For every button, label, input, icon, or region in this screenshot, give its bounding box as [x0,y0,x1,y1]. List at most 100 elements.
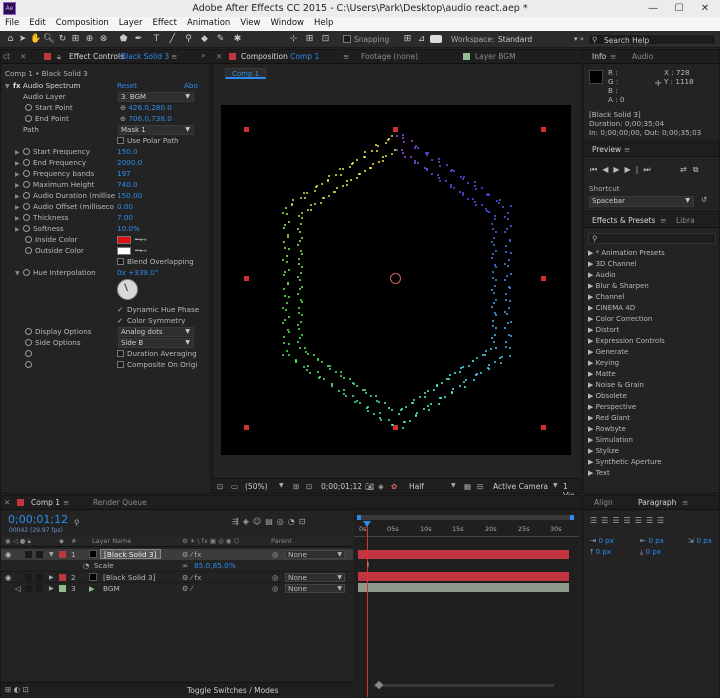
comp-subtab[interactable]: Comp 1 [225,68,267,79]
panel-menu-icon[interactable]: ≡ [343,52,349,61]
pan-behind-tool-icon[interactable]: ⊕ [84,34,95,45]
eyedropper-icon[interactable]: ━⊷ [135,235,147,244]
effects-category-item[interactable]: ▶ * Animation Presets [588,248,665,259]
last-frame-icon[interactable]: ⏭ [643,165,655,174]
stopwatch-icon[interactable] [25,339,32,346]
about-link[interactable]: Abo [184,80,198,91]
softness-value[interactable]: 10.0% [117,223,140,234]
effects-category-item[interactable]: ▶ Synthetic Aperture [588,457,662,468]
layer-switches-icons[interactable]: ⚙ ⁄ [182,583,192,594]
indent-left[interactable]: ⇥ 0 px [590,535,614,546]
panel-arrow-icon[interactable]: » [201,51,206,60]
stopwatch-icon[interactable] [23,170,30,177]
effects-search-input[interactable]: ⚲ [588,233,716,244]
menu-edit[interactable]: Edit [24,17,50,28]
align-center-icon[interactable]: ☰ [601,516,612,525]
mask-handle[interactable] [244,276,249,281]
playhead-marker[interactable] [363,521,371,527]
end-frequency-value[interactable]: 2000.0 [117,157,142,168]
stopwatch-icon[interactable] [25,104,32,111]
audio-offset-value[interactable]: 0.00 [117,201,133,212]
stopwatch-icon[interactable] [25,115,32,122]
motion-blur-icon[interactable]: ◎ [277,517,288,526]
lock-toggle[interactable] [36,551,43,558]
stopwatch-icon[interactable] [23,192,30,199]
menu-window[interactable]: Window [265,17,309,28]
lock-toggle[interactable] [36,574,43,581]
solo-toggle[interactable] [25,574,32,581]
layer-1-duration-bar[interactable] [358,550,569,559]
effects-category-item[interactable]: ▶ Keying [588,358,619,369]
mask-handle[interactable] [541,425,546,430]
parent-dropdown[interactable]: None ▼ [285,573,345,582]
text-tool-icon[interactable]: T [151,34,162,45]
rotate-tool-icon[interactable]: ↻ [57,34,68,45]
start-frequency-value[interactable]: 150.0 [117,146,138,157]
panel-menu-icon[interactable]: ≡ [660,216,666,225]
camera-dropdown[interactable]: Active Camera [493,482,548,491]
snap-edge-icon[interactable]: ⊞ [402,34,413,45]
effects-category-item[interactable]: ▶ Simulation [588,435,633,446]
dynamic-hue-phase[interactable]: ✓ Dynamic Hue Phase [117,304,199,315]
axis-world-icon[interactable]: ⊞ [304,34,315,45]
justify-right-icon[interactable]: ☰ [646,516,657,525]
effects-category-item[interactable]: ▶ Matte [588,369,616,380]
reset-shortcut-icon[interactable]: ↺ [701,195,707,204]
reset-link[interactable]: Reset [117,80,137,91]
close-icon[interactable]: ✕ [216,52,222,61]
timeline-timecode[interactable]: 0;00;01;12 [8,513,68,526]
zoom-tool-icon[interactable]: 🔍︎ [43,34,54,45]
zoom-slider[interactable] [374,684,554,687]
home-icon[interactable]: ⌂ [5,34,16,45]
close-icon[interactable]: ✕ [4,498,10,507]
effect-header[interactable]: ▼ fx Audio Spectrum [5,80,80,91]
mask-handle[interactable] [393,127,398,132]
align-right-icon[interactable]: ☰ [612,516,623,525]
collapse-icon[interactable]: ▼ [5,81,13,92]
menu-effect[interactable]: Effect [148,17,182,28]
audio-duration-value[interactable]: 150.00 [117,190,142,201]
side-options-dropdown[interactable]: Side B ▼ [118,338,194,348]
time-ruler[interactable]: 0s 05s 10s 15s 20s 25s 30s [354,521,579,537]
effects-category-item[interactable]: ▶ Blur & Sharpen [588,281,649,292]
angle-dial[interactable] [117,279,138,300]
region-icon[interactable]: ⊡ [306,482,312,491]
snapshot-icon[interactable]: 📷︎ [365,482,375,491]
playhead-line[interactable] [367,521,368,697]
effects-category-item[interactable]: ▶ Rowbyte [588,424,626,435]
tab-libraries[interactable]: Libra [676,216,695,225]
duration-averaging[interactable]: Duration Averaging [117,348,197,359]
panel-menu-icon[interactable]: ≡ [682,498,688,507]
expand-arrow-icon[interactable]: ▶ [49,583,54,594]
audio-layer-dropdown[interactable]: 3. BGM ▼ [118,92,194,102]
menu-layer[interactable]: Layer [114,17,148,28]
menu-composition[interactable]: Composition [51,17,114,28]
shape-tool-icon[interactable]: ⬟ [118,34,129,45]
align-left-icon[interactable]: ☰ [590,516,601,525]
effects-category-item[interactable]: ▶ Generate [588,347,628,358]
scale-value[interactable]: 85.0,85.0% [194,560,236,571]
transparency-grid-icon[interactable]: ▦ [464,482,471,491]
justify-left-icon[interactable]: ☰ [624,516,635,525]
prev-frame-icon[interactable]: ◀ [602,165,613,174]
indent-right[interactable]: ⇤ 0 px [640,535,664,546]
pen-tool-icon[interactable]: ✒ [133,34,144,45]
layer-2-duration-bar[interactable] [358,572,569,581]
next-frame-icon[interactable]: ▶| [625,165,644,174]
panel-menu-icon[interactable]: ≡ [610,52,616,61]
layer-label-color[interactable] [59,574,66,581]
menu-view[interactable]: View [235,17,265,28]
play-icon[interactable]: ▶ [613,165,624,174]
duration-averaging-checkbox[interactable] [117,350,124,357]
search-icon[interactable]: ⚲ [74,518,80,527]
effects-category-item[interactable]: ▶ Perspective [588,402,636,413]
anchor-tool-icon[interactable]: ⊗ [98,34,109,45]
tab-audio[interactable]: Audio [632,52,653,61]
timeline-graph-area[interactable]: 0s 05s 10s 15s 20s 25s 30s I [354,511,579,697]
frame-blend-icon[interactable]: ▤ [265,517,277,526]
checkmark-icon[interactable]: ✓ [117,304,127,315]
axis-view-icon[interactable]: ⊡ [320,34,331,45]
end-point-value[interactable]: ⊕ 706.0,738.0 [120,113,172,124]
effects-category-item[interactable]: ▶ Noise & Grain [588,380,644,391]
stopwatch-icon[interactable] [23,214,30,221]
